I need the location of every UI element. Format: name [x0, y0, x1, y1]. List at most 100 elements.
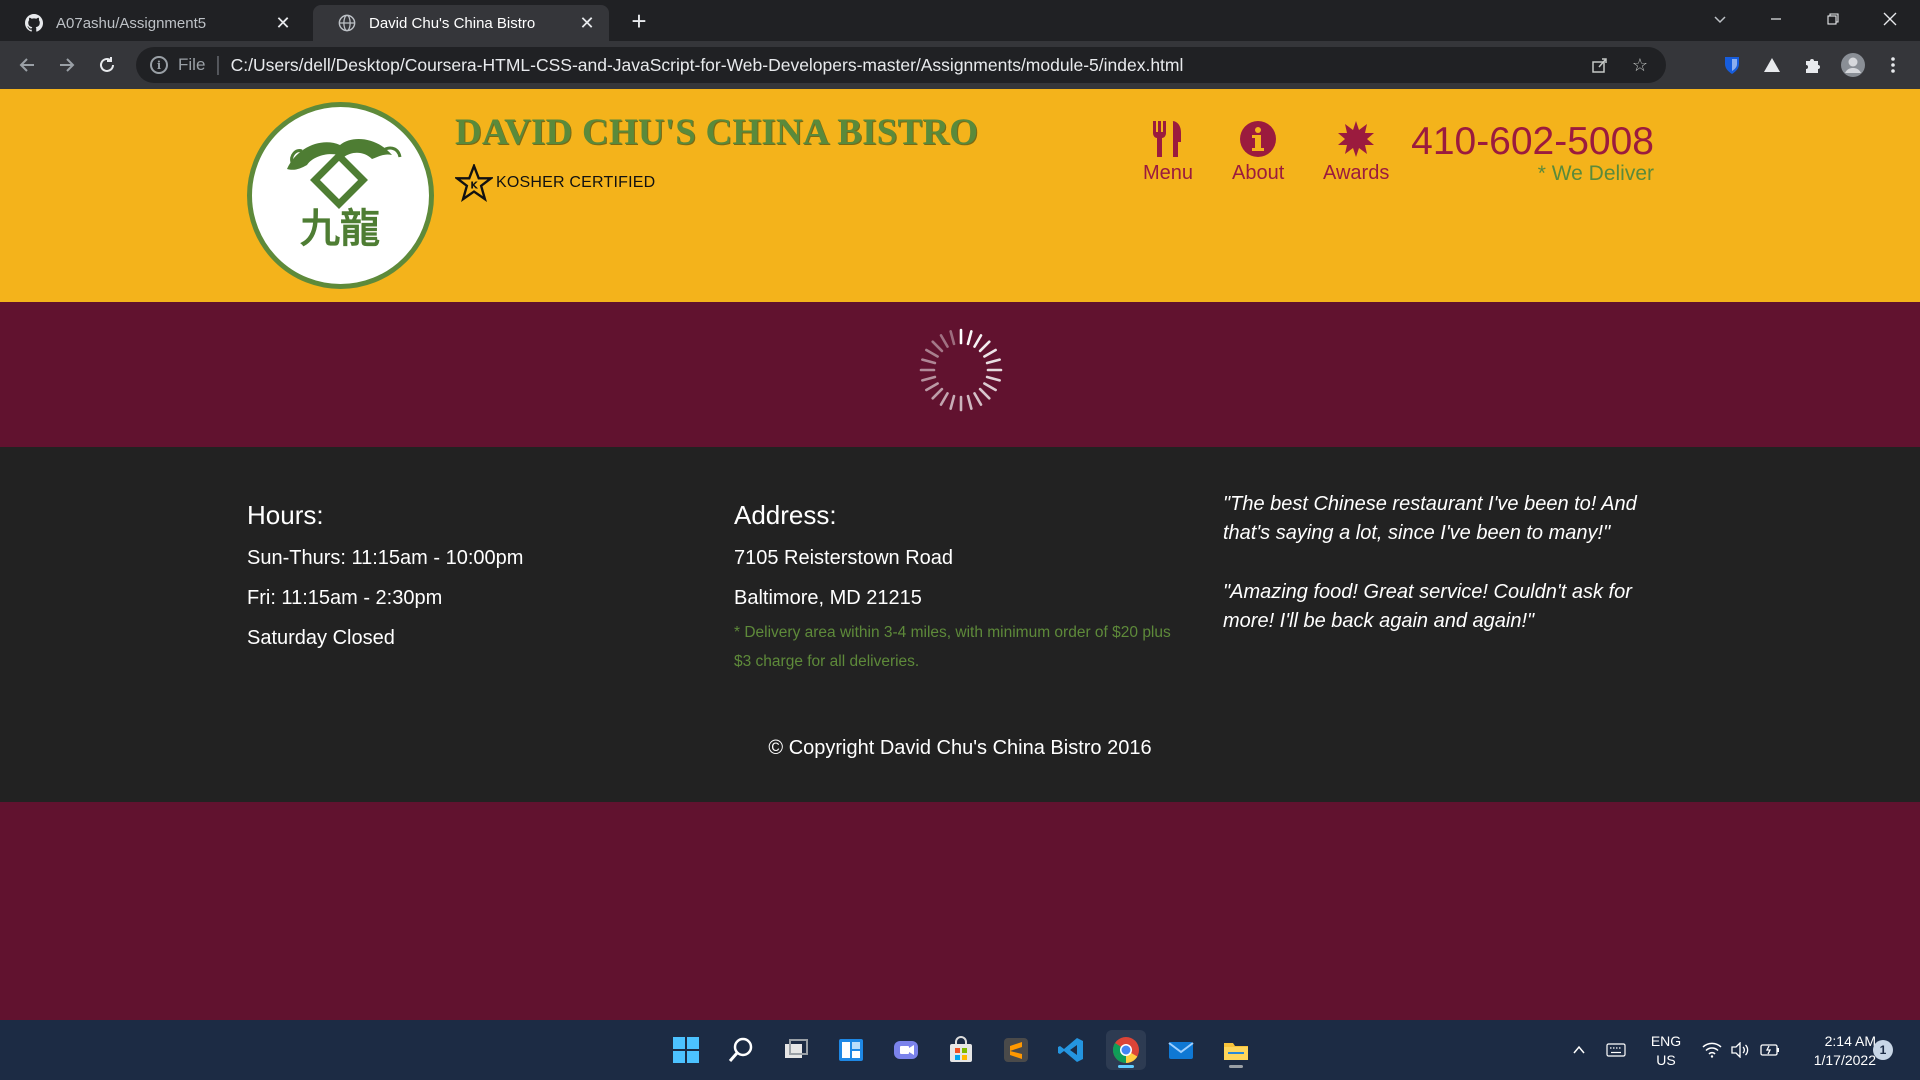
hours-line: Sun-Thurs: 11:15am - 10:00pm	[247, 547, 524, 569]
chrome-icon[interactable]	[1106, 1030, 1146, 1070]
delivery-area-note: * Delivery area within 3-4 miles, with m…	[734, 624, 1171, 670]
tab-china-bistro[interactable]: David Chu's China Bistro ✕	[313, 5, 609, 41]
profile-avatar[interactable]	[1838, 50, 1868, 80]
keyboard-icon[interactable]	[1606, 1020, 1626, 1080]
browser-toolbar: i File | C:/Users/dell/Desktop/Coursera-…	[0, 41, 1920, 89]
spinner-tick	[966, 330, 973, 346]
kosher-badge: K KOSHER CERTIFIED	[455, 164, 655, 202]
language-line: ENG	[1650, 1033, 1682, 1049]
github-icon	[24, 13, 44, 33]
url-text[interactable]: C:/Users/dell/Desktop/Coursera-HTML-CSS-…	[231, 55, 1184, 76]
volume-icon[interactable]	[1730, 1020, 1750, 1080]
wifi-icon[interactable]	[1702, 1020, 1722, 1080]
main-content	[0, 302, 1920, 447]
testimonials-section: "The best Chinese restaurant I've been t…	[1223, 490, 1653, 666]
tab-github[interactable]: A07ashu/Assignment5 ✕	[0, 5, 305, 41]
forward-arrow-icon[interactable]	[52, 50, 82, 80]
nav-awards[interactable]: Awards	[1323, 119, 1389, 185]
spinner-tick	[949, 330, 956, 346]
address-bar[interactable]: i File | C:/Users/dell/Desktop/Coursera-…	[136, 47, 1666, 83]
close-tab-icon[interactable]: ✕	[273, 13, 293, 33]
mail-icon[interactable]	[1161, 1030, 1201, 1070]
address-line: Baltimore, MD 21215	[734, 587, 922, 609]
task-view-icon[interactable]	[776, 1030, 816, 1070]
file-explorer-icon[interactable]	[1216, 1030, 1256, 1070]
brand-name[interactable]: DAVID CHU'S CHINA BISTRO	[455, 111, 978, 154]
svg-text:K: K	[470, 181, 478, 192]
close-tab-icon[interactable]: ✕	[577, 13, 597, 33]
delivery-note: * We Deliver	[1537, 162, 1654, 185]
restaurant-logo[interactable]: 九龍	[247, 102, 434, 289]
back-arrow-icon[interactable]	[12, 50, 42, 80]
spinner-tick	[939, 392, 949, 406]
hours-line: Fri: 11:15am - 2:30pm	[247, 587, 443, 609]
logo-glyphs: 九龍	[300, 206, 380, 252]
omnibox-divider: |	[215, 53, 221, 76]
running-indicator	[1118, 1065, 1134, 1068]
teams-chat-icon[interactable]	[886, 1030, 926, 1070]
spinner-icon	[919, 328, 1003, 412]
spinner-tick	[931, 340, 944, 353]
spinner-tick	[983, 348, 997, 358]
vscode-icon[interactable]	[1051, 1030, 1091, 1070]
nav-about[interactable]: About	[1232, 119, 1284, 185]
new-tab-button[interactable]: +	[624, 6, 654, 36]
extension-triangle-icon[interactable]	[1757, 50, 1787, 80]
store-icon[interactable]	[941, 1030, 981, 1070]
hours-line: Saturday Closed	[247, 627, 395, 649]
tab-search-chevron-icon[interactable]	[1692, 0, 1748, 38]
hours-section: Hours: Sun-Thurs: 11:15am - 10:00pm Fri:…	[247, 500, 523, 667]
award-icon	[1336, 119, 1376, 159]
scheme-label: File	[178, 55, 206, 74]
clock-time: 2:14 AM	[1824, 1033, 1876, 1049]
widgets-icon[interactable]	[831, 1030, 871, 1070]
site-info-icon[interactable]: i	[150, 56, 168, 74]
kosher-label: KOSHER CERTIFIED	[496, 174, 656, 191]
nav-about-label: About	[1232, 162, 1285, 184]
spinner-tick	[939, 334, 949, 348]
show-hidden-icons-chevron-icon[interactable]	[1571, 1020, 1587, 1080]
reload-icon[interactable]	[92, 50, 122, 80]
bookmark-star-icon[interactable]: ☆	[1624, 47, 1656, 83]
sublime-text-icon[interactable]	[996, 1030, 1036, 1070]
clock-date: 1/17/2022	[1813, 1052, 1876, 1068]
notification-badge[interactable]: 1	[1873, 1040, 1893, 1060]
nav-awards-label: Awards	[1323, 162, 1390, 184]
spinner-tick	[921, 375, 937, 382]
address-heading: Address:	[734, 500, 837, 530]
extensions-puzzle-icon[interactable]	[1797, 50, 1827, 80]
share-icon[interactable]	[1584, 47, 1616, 83]
minimize-icon[interactable]	[1748, 0, 1804, 38]
address-section: Address: 7105 Reisterstown Road Baltimor…	[734, 500, 1174, 676]
spinner-tick	[973, 334, 983, 348]
address-line: 7105 Reisterstown Road	[734, 547, 954, 569]
spinner-tick	[985, 375, 1001, 382]
close-window-icon[interactable]	[1862, 0, 1918, 38]
phone-number[interactable]: 410-602-5008	[1411, 120, 1654, 164]
bitwarden-shield-icon[interactable]	[1717, 50, 1747, 80]
browser-menu-icon[interactable]	[1878, 50, 1908, 80]
spinner-tick	[978, 387, 991, 400]
globe-icon	[337, 13, 357, 33]
testimonial: "The best Chinese restaurant I've been t…	[1223, 493, 1637, 544]
restore-icon[interactable]	[1805, 0, 1861, 38]
running-indicator	[1229, 1065, 1243, 1068]
nav-menu[interactable]: Menu	[1143, 119, 1193, 185]
spinner-tick	[973, 392, 983, 406]
nav-menu-label: Menu	[1143, 162, 1194, 184]
browser-tab-bar: A07ashu/Assignment5 ✕ David Chu's China …	[0, 0, 1920, 41]
start-icon[interactable]	[666, 1030, 706, 1070]
battery-icon[interactable]	[1760, 1020, 1782, 1080]
spinner-tick	[985, 358, 1001, 365]
spinner-tick	[931, 387, 944, 400]
hours-heading: Hours:	[247, 500, 324, 530]
windows-taskbar: ENG US 2:14 AM 1/17/2022 1	[0, 1020, 1920, 1080]
search-icon[interactable]	[721, 1030, 761, 1070]
spinner-tick	[978, 340, 991, 353]
cutlery-icon	[1148, 119, 1188, 159]
system-clock[interactable]: 2:14 AM 1/17/2022	[1790, 1032, 1876, 1070]
spinner-tick	[949, 394, 956, 410]
input-language[interactable]: ENG US	[1646, 1032, 1686, 1070]
language-line: US	[1656, 1052, 1676, 1068]
kosher-star-icon: K	[455, 164, 493, 202]
